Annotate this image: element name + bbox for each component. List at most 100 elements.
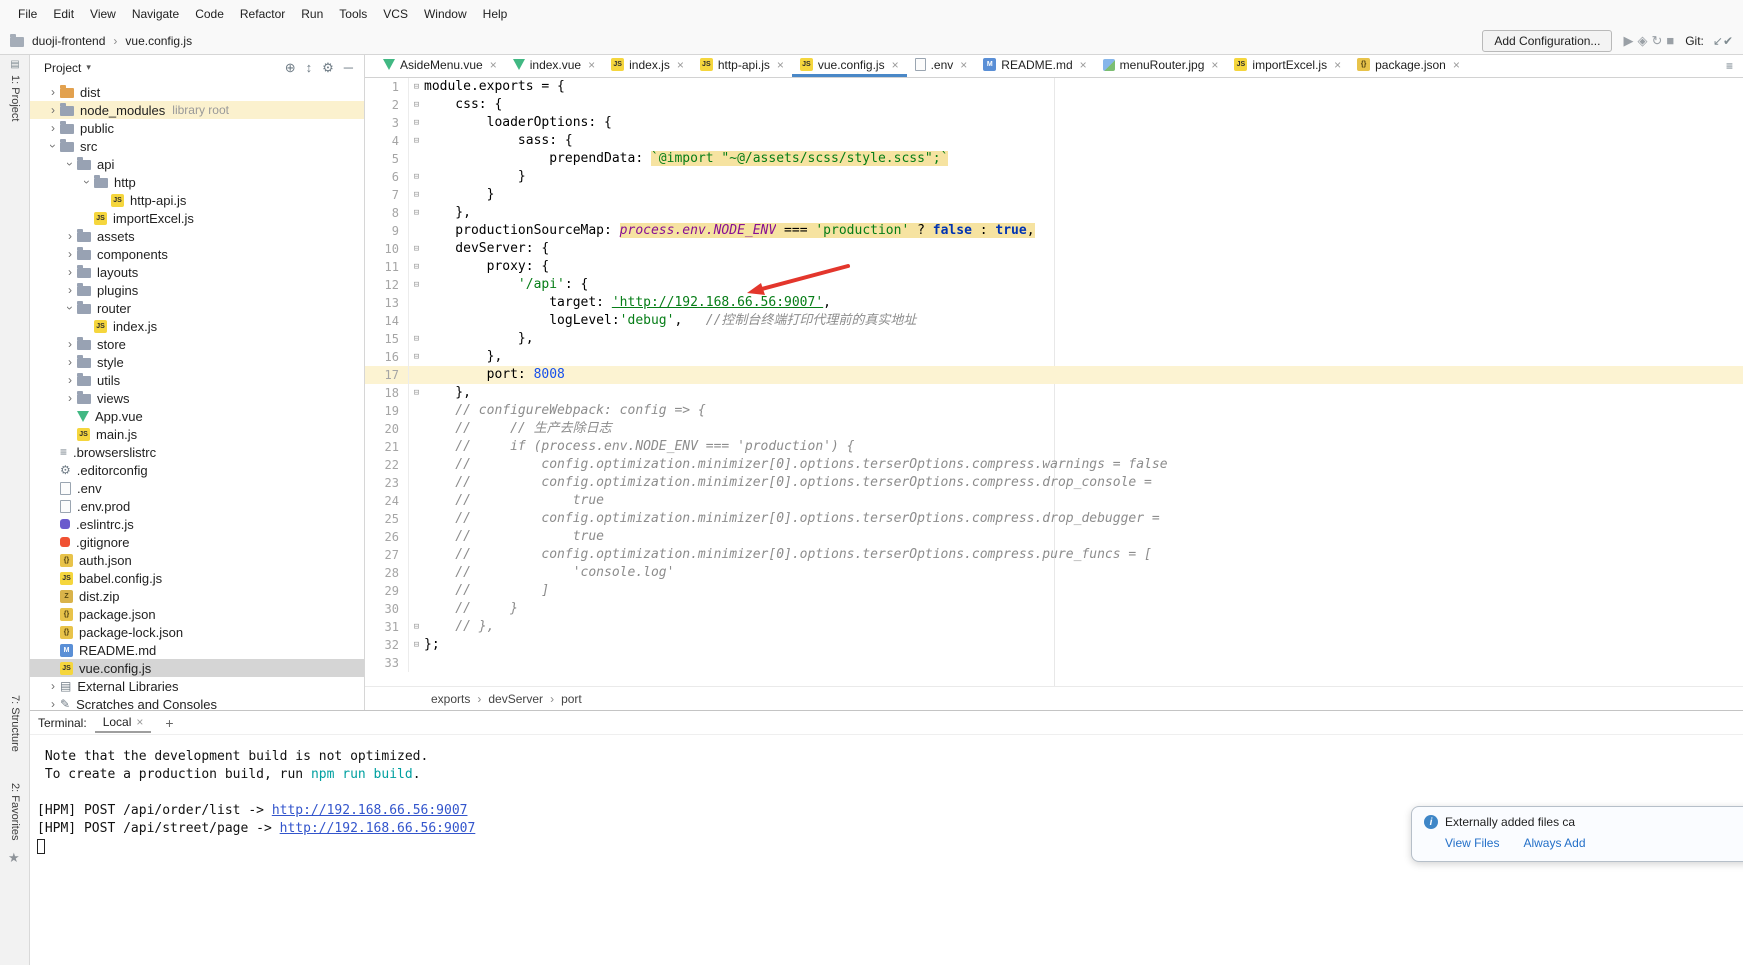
tree-item--gitignore[interactable]: .gitignore bbox=[30, 533, 364, 551]
chevron-expanded-icon[interactable]: › bbox=[64, 157, 76, 171]
code-area[interactable]: 1⊟module.exports = {2⊟ css: {3⊟ loaderOp… bbox=[365, 78, 1743, 686]
rerun-icon[interactable]: ↻ bbox=[1649, 33, 1664, 48]
url-token[interactable]: 'http://192.168.66.56:9007' bbox=[612, 295, 823, 310]
tree-item--env-prod[interactable]: .env.prod bbox=[30, 497, 364, 515]
tree-item-dist[interactable]: ›dist bbox=[30, 83, 364, 101]
tree-item-babel-config-js[interactable]: JSbabel.config.js bbox=[30, 569, 364, 587]
tree-item-dist-zip[interactable]: Zdist.zip bbox=[30, 587, 364, 605]
chevron-collapsed-icon[interactable]: › bbox=[63, 284, 77, 296]
menu-item-file[interactable]: File bbox=[10, 4, 45, 24]
chevron-collapsed-icon[interactable]: › bbox=[46, 698, 60, 710]
fold-marker-icon[interactable]: ⊟ bbox=[409, 258, 424, 276]
menu-item-view[interactable]: View bbox=[82, 4, 124, 24]
tree-item-importexcel-js[interactable]: JSimportExcel.js bbox=[30, 209, 364, 227]
tree-item--env[interactable]: .env bbox=[30, 479, 364, 497]
stop-icon[interactable]: ■ bbox=[1664, 33, 1676, 48]
tree-item--eslintrc-js[interactable]: .eslintrc.js bbox=[30, 515, 364, 533]
chevron-collapsed-icon[interactable]: › bbox=[63, 266, 77, 278]
tab-close-icon[interactable]: × bbox=[1334, 58, 1341, 72]
editor-tab-vue-config-js[interactable]: JSvue.config.js× bbox=[792, 55, 907, 77]
fold-marker-icon[interactable]: ⊟ bbox=[409, 186, 424, 204]
tree-item-style[interactable]: ›style bbox=[30, 353, 364, 371]
tree-item-http[interactable]: ›http bbox=[30, 173, 364, 191]
tree-item-api[interactable]: ›api bbox=[30, 155, 364, 173]
menu-item-help[interactable]: Help bbox=[475, 4, 516, 24]
tool-window-tab-favorites[interactable]: 2: Favorites bbox=[3, 783, 27, 840]
fold-marker-icon[interactable]: ⊟ bbox=[409, 636, 424, 654]
tree-item--editorconfig[interactable]: ⚙.editorconfig bbox=[30, 461, 364, 479]
tab-close-icon[interactable]: × bbox=[960, 58, 967, 72]
editor-tab-readme-md[interactable]: MREADME.md× bbox=[975, 55, 1094, 77]
chevron-expanded-icon[interactable]: › bbox=[81, 175, 93, 189]
tree-item-node-modules[interactable]: ›node_moduleslibrary root bbox=[30, 101, 364, 119]
tree-item-store[interactable]: ›store bbox=[30, 335, 364, 353]
tab-close-icon[interactable]: × bbox=[892, 58, 899, 72]
debug-icon[interactable]: ◈ bbox=[1635, 33, 1649, 48]
always-add-link[interactable]: Always Add bbox=[1523, 836, 1585, 850]
fold-marker-icon[interactable]: ⊟ bbox=[409, 114, 424, 132]
chevron-collapsed-icon[interactable]: › bbox=[63, 230, 77, 242]
menu-item-run[interactable]: Run bbox=[293, 4, 331, 24]
tree-item-main-js[interactable]: JSmain.js bbox=[30, 425, 364, 443]
editor-tab-http-api-js[interactable]: JShttp-api.js× bbox=[692, 55, 792, 77]
tab-close-icon[interactable]: × bbox=[588, 58, 595, 72]
fold-marker-icon[interactable]: ⊟ bbox=[409, 618, 424, 636]
editor-tab-importexcel-js[interactable]: JSimportExcel.js× bbox=[1226, 55, 1349, 77]
tree-item-public[interactable]: ›public bbox=[30, 119, 364, 137]
tree-item-vue-config-js[interactable]: JSvue.config.js bbox=[30, 659, 364, 677]
tree-item-utils[interactable]: ›utils bbox=[30, 371, 364, 389]
terminal-tab-local[interactable]: Local × bbox=[95, 712, 152, 733]
chevron-collapsed-icon[interactable]: › bbox=[63, 248, 77, 260]
editor-tab-package-json[interactable]: {}package.json× bbox=[1349, 55, 1468, 77]
editor-tab--env[interactable]: .env× bbox=[907, 55, 976, 77]
tree-item-readme-md[interactable]: MREADME.md bbox=[30, 641, 364, 659]
tree-item-components[interactable]: ›components bbox=[30, 245, 364, 263]
chevron-expanded-icon[interactable]: › bbox=[64, 301, 76, 315]
favorites-star-icon[interactable]: ★ bbox=[8, 850, 20, 866]
menu-item-code[interactable]: Code bbox=[187, 4, 232, 24]
fold-marker-icon[interactable]: ⊟ bbox=[409, 96, 424, 114]
editor-tab-asidemenu-vue[interactable]: AsideMenu.vue× bbox=[375, 55, 505, 77]
tool-window-tab-project[interactable]: ▤ 1: Project bbox=[3, 59, 27, 121]
tree-item-router[interactable]: ›router bbox=[30, 299, 364, 317]
tree-item-assets[interactable]: ›assets bbox=[30, 227, 364, 245]
tree-item--browserslistrc[interactable]: ≡.browserslistrc bbox=[30, 443, 364, 461]
expand-collapse-icon[interactable]: ↕ bbox=[301, 60, 318, 75]
menu-item-vcs[interactable]: VCS bbox=[375, 4, 416, 24]
fold-marker-icon[interactable]: ⊟ bbox=[409, 204, 424, 222]
run-icon[interactable]: ▶ bbox=[1621, 33, 1635, 48]
chevron-expanded-icon[interactable]: › bbox=[47, 139, 59, 153]
menu-item-tools[interactable]: Tools bbox=[331, 4, 375, 24]
chevron-collapsed-icon[interactable]: › bbox=[46, 104, 60, 116]
tree-item-http-api-js[interactable]: JShttp-api.js bbox=[30, 191, 364, 209]
tab-close-icon[interactable]: × bbox=[777, 58, 784, 72]
locate-icon[interactable]: ⊕ bbox=[280, 60, 301, 75]
hide-panel-icon[interactable]: ─ bbox=[339, 60, 358, 75]
editor-tab-index-vue[interactable]: index.vue× bbox=[505, 55, 603, 77]
editor-tab-menurouter-jpg[interactable]: menuRouter.jpg× bbox=[1095, 55, 1227, 77]
breadcrumb-project[interactable]: duoji-frontend bbox=[32, 34, 105, 48]
chevron-collapsed-icon[interactable]: › bbox=[46, 680, 60, 692]
fold-marker-icon[interactable]: ⊟ bbox=[409, 168, 424, 186]
tree-item-package-json[interactable]: {}package.json bbox=[30, 605, 364, 623]
menu-item-navigate[interactable]: Navigate bbox=[124, 4, 187, 24]
new-terminal-button[interactable]: + bbox=[159, 715, 179, 731]
tab-close-icon[interactable]: × bbox=[1453, 58, 1460, 72]
tab-close-icon[interactable]: × bbox=[1211, 58, 1218, 72]
chevron-down-icon[interactable]: ▾ bbox=[86, 62, 91, 73]
tab-close-icon[interactable]: × bbox=[677, 58, 684, 72]
breadcrumb-file[interactable]: vue.config.js bbox=[125, 34, 192, 48]
tree-item-auth-json[interactable]: {}auth.json bbox=[30, 551, 364, 569]
close-icon[interactable]: × bbox=[136, 715, 143, 729]
fold-marker-icon[interactable]: ⊟ bbox=[409, 384, 424, 402]
editor-tab-index-js[interactable]: JSindex.js× bbox=[603, 55, 692, 77]
tab-close-icon[interactable]: × bbox=[490, 58, 497, 72]
tool-window-tab-structure[interactable]: 7: Structure bbox=[3, 695, 27, 752]
view-files-link[interactable]: View Files bbox=[1445, 836, 1499, 850]
tree-item-plugins[interactable]: ›plugins bbox=[30, 281, 364, 299]
chevron-collapsed-icon[interactable]: › bbox=[46, 86, 60, 98]
chevron-collapsed-icon[interactable]: › bbox=[63, 392, 77, 404]
fold-marker-icon[interactable]: ⊟ bbox=[409, 132, 424, 150]
fold-marker-icon[interactable]: ⊟ bbox=[409, 330, 424, 348]
fold-marker-icon[interactable]: ⊟ bbox=[409, 348, 424, 366]
